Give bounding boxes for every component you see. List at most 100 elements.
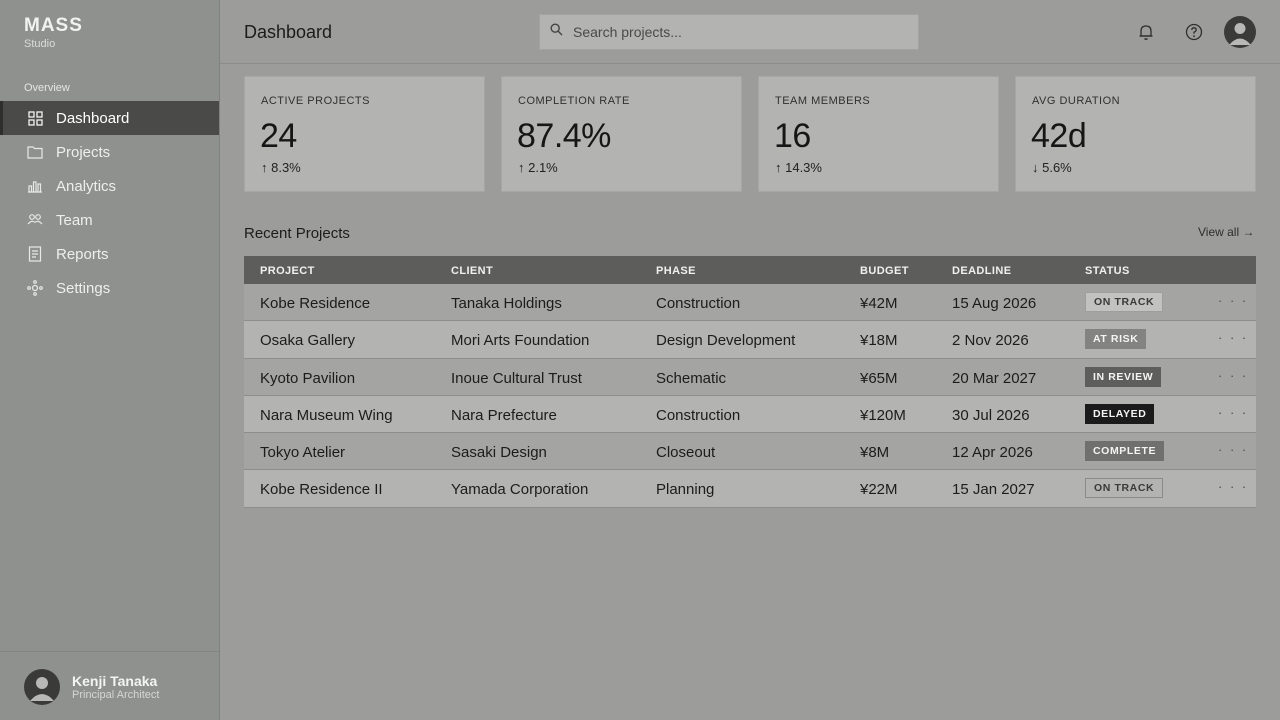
- more-options-icon[interactable]: · · ·: [1218, 293, 1248, 308]
- grid-icon: [26, 109, 44, 127]
- column-header-status[interactable]: STATUS: [1085, 265, 1130, 277]
- sidebar-item-team[interactable]: Team: [0, 203, 219, 237]
- team-icon: [26, 211, 44, 229]
- stat-value: 87.4%: [517, 117, 611, 155]
- project-budget: ¥18M: [860, 332, 898, 349]
- view-all-link[interactable]: View all →: [1198, 225, 1254, 239]
- top-header: Dashboard: [220, 0, 1280, 64]
- table-row[interactable]: Kyoto Pavilion Inoue Cultural Trust Schema…: [244, 359, 1256, 396]
- client-name: Tanaka Holdings: [451, 295, 562, 312]
- stat-card-avg-duration: AVG DURATION 42d ↓ 5.6%: [1015, 76, 1256, 192]
- document-icon: [26, 245, 44, 263]
- status-badge: ON TRACK: [1085, 292, 1164, 312]
- project-phase: Construction: [656, 295, 741, 312]
- brand-logo[interactable]: MASS Studio: [24, 16, 83, 51]
- project-phase: Schematic: [656, 370, 727, 387]
- more-options-icon[interactable]: · · ·: [1218, 368, 1248, 383]
- sidebar-item-reports[interactable]: Reports: [0, 237, 219, 271]
- table-row[interactable]: Osaka Gallery Mori Arts Foundation Design …: [244, 321, 1256, 359]
- table-row[interactable]: Tokyo Atelier Sasaki Design Closeout ¥8M 12 …: [244, 433, 1256, 470]
- column-header-project[interactable]: PROJECT: [260, 265, 315, 277]
- sidebar-nav: Dashboard Projects Analytics Team Report…: [0, 101, 219, 305]
- avatar[interactable]: [24, 669, 60, 705]
- project-budget: ¥8M: [860, 444, 890, 461]
- client-name: Yamada Corporation: [451, 481, 589, 498]
- stat-value: 16: [774, 117, 811, 155]
- sidebar-item-label: Team: [56, 211, 93, 229]
- sidebar-item-projects[interactable]: Projects: [0, 135, 219, 169]
- bell-icon[interactable]: [1136, 22, 1156, 42]
- project-name: Kobe Residence II: [260, 481, 383, 498]
- project-budget: ¥120M: [860, 407, 906, 424]
- project-deadline: 30 Jul 2026: [952, 407, 1030, 424]
- more-options-icon[interactable]: · · ·: [1218, 405, 1248, 420]
- bar-chart-icon: [26, 177, 44, 195]
- help-icon[interactable]: [1184, 22, 1204, 42]
- project-deadline: 15 Jan 2027: [952, 481, 1035, 498]
- project-budget: ¥65M: [860, 370, 898, 387]
- header-avatar[interactable]: [1224, 16, 1256, 48]
- stat-value: 42d: [1031, 117, 1087, 155]
- user-profile[interactable]: Kenji Tanaka Principal Architect: [0, 651, 219, 720]
- table-row[interactable]: Kobe Residence II Yamada Corporation Plann…: [244, 470, 1256, 508]
- page-title: Dashboard: [244, 22, 333, 42]
- user-role: Principal Architect: [72, 689, 160, 701]
- sidebar-item-label: Dashboard: [56, 109, 130, 127]
- project-phase: Design Development: [656, 332, 796, 349]
- settings-icon: [26, 279, 44, 297]
- client-name: Nara Prefecture: [451, 407, 557, 424]
- stat-label: COMPLETION RATE: [518, 95, 630, 107]
- table-header: PROJECT CLIENT PHASE BUDGET DEADLINE STA…: [244, 256, 1256, 284]
- recent-projects-title: Recent Projects: [244, 225, 350, 242]
- status-badge: IN REVIEW: [1085, 367, 1162, 387]
- status-badge: COMPLETE: [1085, 441, 1165, 461]
- project-name: Nara Museum Wing: [260, 407, 393, 424]
- stat-delta: ↑ 14.3%: [775, 160, 822, 175]
- sidebar-item-analytics[interactable]: Analytics: [0, 169, 219, 203]
- project-name: Kyoto Pavilion: [260, 370, 356, 387]
- project-deadline: 2 Nov 2026: [952, 332, 1029, 349]
- column-header-phase[interactable]: PHASE: [656, 265, 696, 277]
- sidebar-item-dashboard[interactable]: Dashboard: [0, 101, 219, 135]
- sidebar-item-label: Settings: [56, 279, 111, 297]
- column-header-deadline[interactable]: DEADLINE: [952, 265, 1011, 277]
- search-input[interactable]: [573, 24, 903, 40]
- brand-subtitle: Studio: [24, 38, 56, 50]
- stat-card-completion-rate: COMPLETION RATE 87.4% ↑ 2.1%: [501, 76, 742, 192]
- client-name: Inoue Cultural Trust: [451, 370, 582, 387]
- sidebar-item-settings[interactable]: Settings: [0, 271, 219, 305]
- project-name: Osaka Gallery: [260, 332, 356, 349]
- more-options-icon[interactable]: · · ·: [1218, 442, 1248, 457]
- stat-delta: ↓ 5.6%: [1032, 160, 1072, 175]
- stat-value: 24: [260, 117, 297, 155]
- stat-card-active-projects: ACTIVE PROJECTS 24 ↑ 8.3%: [244, 76, 485, 192]
- project-name: Kobe Residence: [260, 295, 371, 312]
- sidebar-item-label: Reports: [56, 245, 109, 263]
- stat-card-team-members: TEAM MEMBERS 16 ↑ 14.3%: [758, 76, 999, 192]
- project-phase: Planning: [656, 481, 715, 498]
- sidebar: MASS Studio Overview Dashboard Projects …: [0, 0, 220, 720]
- column-header-budget[interactable]: BUDGET: [860, 265, 909, 277]
- sidebar-item-label: Projects: [56, 143, 111, 161]
- projects-table: PROJECT CLIENT PHASE BUDGET DEADLINE STA…: [244, 256, 1256, 508]
- sidebar-item-label: Analytics: [56, 177, 117, 195]
- table-row[interactable]: Kobe Residence Tanaka Holdings Constructio…: [244, 284, 1256, 321]
- nav-section-label: Overview: [24, 82, 70, 94]
- more-options-icon[interactable]: · · ·: [1218, 330, 1248, 345]
- stat-label: ACTIVE PROJECTS: [261, 95, 370, 107]
- project-budget: ¥22M: [860, 481, 898, 498]
- project-phase: Closeout: [656, 444, 716, 461]
- table-row[interactable]: Nara Museum Wing Nara Prefecture Construct…: [244, 396, 1256, 433]
- more-options-icon[interactable]: · · ·: [1218, 479, 1248, 494]
- brand-name: MASS: [24, 15, 83, 36]
- folder-icon: [26, 143, 44, 161]
- project-deadline: 15 Aug 2026: [952, 295, 1037, 312]
- search-bar[interactable]: [539, 14, 919, 50]
- stat-delta: ↑ 8.3%: [261, 160, 301, 175]
- project-name: Tokyo Atelier: [260, 444, 346, 461]
- project-phase: Construction: [656, 407, 741, 424]
- stat-label: AVG DURATION: [1032, 95, 1121, 107]
- user-name: Kenji Tanaka: [72, 673, 158, 689]
- client-name: Mori Arts Foundation: [451, 332, 590, 349]
- column-header-client[interactable]: CLIENT: [451, 265, 493, 277]
